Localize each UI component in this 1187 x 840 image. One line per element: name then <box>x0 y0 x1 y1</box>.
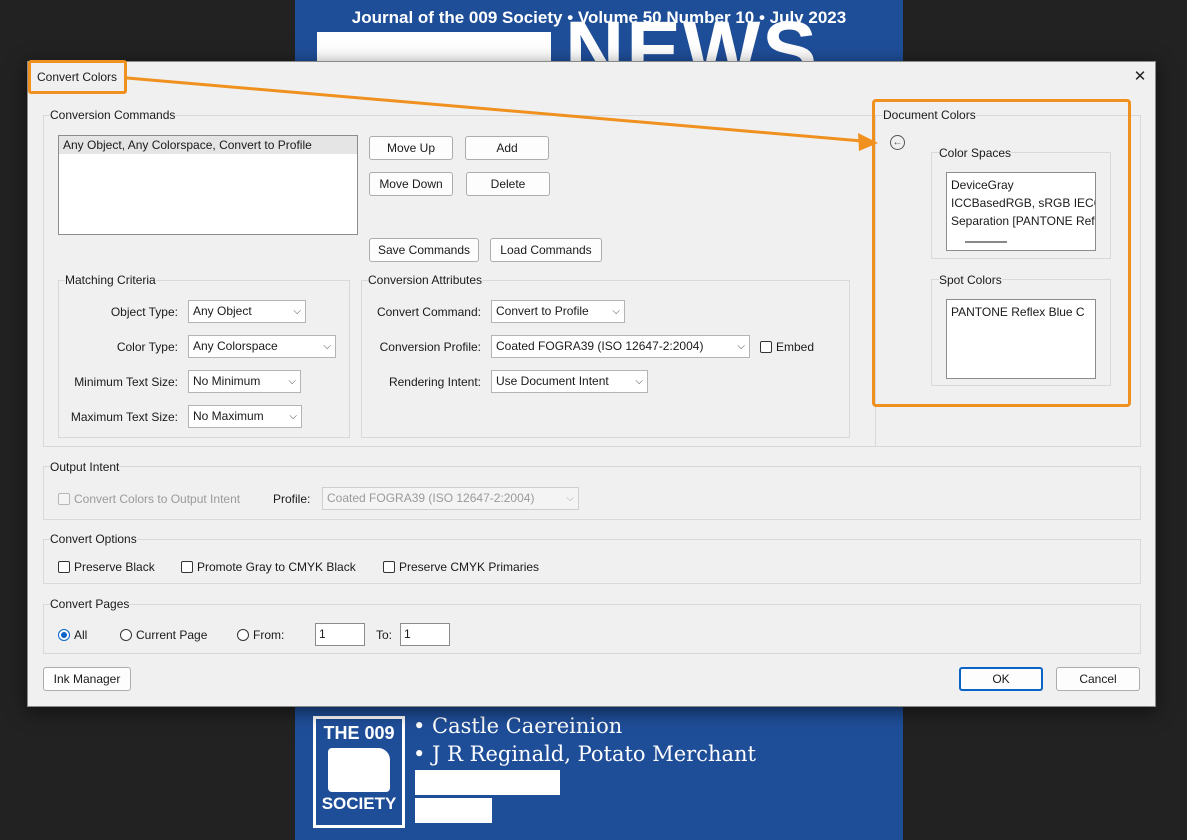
current-page-label: Current Page <box>136 628 208 642</box>
chevron-down-icon: ⌵ <box>566 493 574 504</box>
close-icon[interactable]: ✕ <box>1128 65 1152 89</box>
rendering-intent-value: Use Document Intent <box>496 374 609 388</box>
move-up-button[interactable]: Move Up <box>369 136 453 160</box>
convert-pages-group <box>43 604 1141 654</box>
color-type-label: Color Type: <box>116 340 178 354</box>
color-type-value: Any Colorspace <box>193 339 278 353</box>
chevron-down-icon: ⌵ <box>323 341 331 352</box>
object-type-value: Any Object <box>193 304 252 318</box>
embed-label: Embed <box>776 340 815 354</box>
article-item: • Castle Caereinion <box>413 714 623 738</box>
rendering-intent-select[interactable]: Use Document Intent ⌵ <box>491 370 648 393</box>
convert-command-select[interactable]: Convert to Profile ⌵ <box>491 300 625 323</box>
annotation-highlight-title <box>28 60 127 94</box>
embed-checkbox[interactable] <box>760 341 772 353</box>
chevron-down-icon: ⌵ <box>612 306 620 317</box>
conversion-profile-select[interactable]: Coated FOGRA39 (ISO 12647-2:2004) ⌵ <box>491 335 750 358</box>
convert-pages-label: Convert Pages <box>50 597 130 611</box>
preserve-black-label: Preserve Black <box>74 560 155 574</box>
load-commands-button[interactable]: Load Commands <box>490 238 602 262</box>
min-text-size-value: No Minimum <box>193 374 261 388</box>
conversion-profile-label: Conversion Profile: <box>379 340 481 354</box>
current-page-radio[interactable] <box>120 629 132 641</box>
all-pages-radio[interactable] <box>58 629 70 641</box>
max-text-size-value: No Maximum <box>193 409 264 423</box>
preserve-cmyk-label: Preserve CMYK Primaries <box>399 560 540 574</box>
commands-list[interactable]: Any Object, Any Colorspace, Convert to P… <box>58 135 358 235</box>
min-text-size-select[interactable]: No Minimum ⌵ <box>188 370 301 393</box>
annotation-highlight-document-colors <box>872 99 1131 407</box>
conversion-commands-label: Conversion Commands <box>50 108 176 122</box>
convert-to-output-intent-checkbox[interactable] <box>58 493 70 505</box>
ink-manager-button[interactable]: Ink Manager <box>43 667 131 691</box>
conversion-attributes-label: Conversion Attributes <box>368 273 483 287</box>
dialog-titlebar[interactable]: Convert Colors ✕ <box>28 62 1155 92</box>
output-intent-label: Output Intent <box>50 460 120 474</box>
from-radio[interactable] <box>237 629 249 641</box>
all-pages-label: All <box>74 628 88 642</box>
add-button[interactable]: Add <box>465 136 549 160</box>
logo-text-top: THE 009 <box>323 723 395 743</box>
chevron-down-icon: ⌵ <box>635 376 643 387</box>
locomotive-icon <box>328 748 390 792</box>
list-item[interactable]: Any Object, Any Colorspace, Convert to P… <box>59 136 357 154</box>
chevron-down-icon: ⌵ <box>293 306 301 317</box>
society-logo: THE 009 SOCIETY <box>313 716 405 828</box>
move-down-button[interactable]: Move Down <box>369 172 453 196</box>
convert-command-value: Convert to Profile <box>496 304 589 318</box>
output-profile-value: Coated FOGRA39 (ISO 12647-2:2004) <box>327 491 535 505</box>
promote-gray-checkbox[interactable] <box>181 561 193 573</box>
preserve-cmyk-checkbox[interactable] <box>383 561 395 573</box>
delete-button[interactable]: Delete <box>466 172 550 196</box>
color-type-select[interactable]: Any Colorspace ⌵ <box>188 335 336 358</box>
conversion-profile-value: Coated FOGRA39 (ISO 12647-2:2004) <box>496 339 704 353</box>
object-type-label: Object Type: <box>110 305 178 319</box>
cancel-button[interactable]: Cancel <box>1056 667 1140 691</box>
redacted-block <box>415 798 492 823</box>
from-page-field[interactable]: 1 <box>315 623 365 646</box>
chevron-down-icon: ⌵ <box>289 411 297 422</box>
logo-text-bottom: SOCIETY <box>321 794 397 813</box>
convert-options-label: Convert Options <box>50 532 137 546</box>
object-type-select[interactable]: Any Object ⌵ <box>188 300 306 323</box>
ok-button[interactable]: OK <box>959 667 1043 691</box>
preserve-black-checkbox[interactable] <box>58 561 70 573</box>
chevron-down-icon: ⌵ <box>288 376 296 387</box>
chevron-down-icon: ⌵ <box>737 341 745 352</box>
output-profile-label: Profile: <box>273 492 311 506</box>
max-text-size-label: Maximum Text Size: <box>70 410 178 424</box>
min-text-size-label: Minimum Text Size: <box>74 375 178 389</box>
matching-criteria-label: Matching Criteria <box>65 273 156 287</box>
redacted-block <box>415 770 560 795</box>
article-item: • J R Reginald, Potato Merchant <box>413 742 756 766</box>
max-text-size-select[interactable]: No Maximum ⌵ <box>188 405 302 428</box>
to-page-field[interactable]: 1 <box>400 623 450 646</box>
to-label: To: <box>376 628 393 642</box>
from-label: From: <box>253 628 285 642</box>
save-commands-button[interactable]: Save Commands <box>369 238 479 262</box>
convert-to-output-intent-label: Convert Colors to Output Intent <box>74 492 241 506</box>
promote-gray-label: Promote Gray to CMYK Black <box>197 560 356 574</box>
output-profile-select[interactable]: Coated FOGRA39 (ISO 12647-2:2004) ⌵ <box>322 487 579 510</box>
convert-command-label: Convert Command: <box>376 305 481 319</box>
rendering-intent-label: Rendering Intent: <box>388 375 481 389</box>
